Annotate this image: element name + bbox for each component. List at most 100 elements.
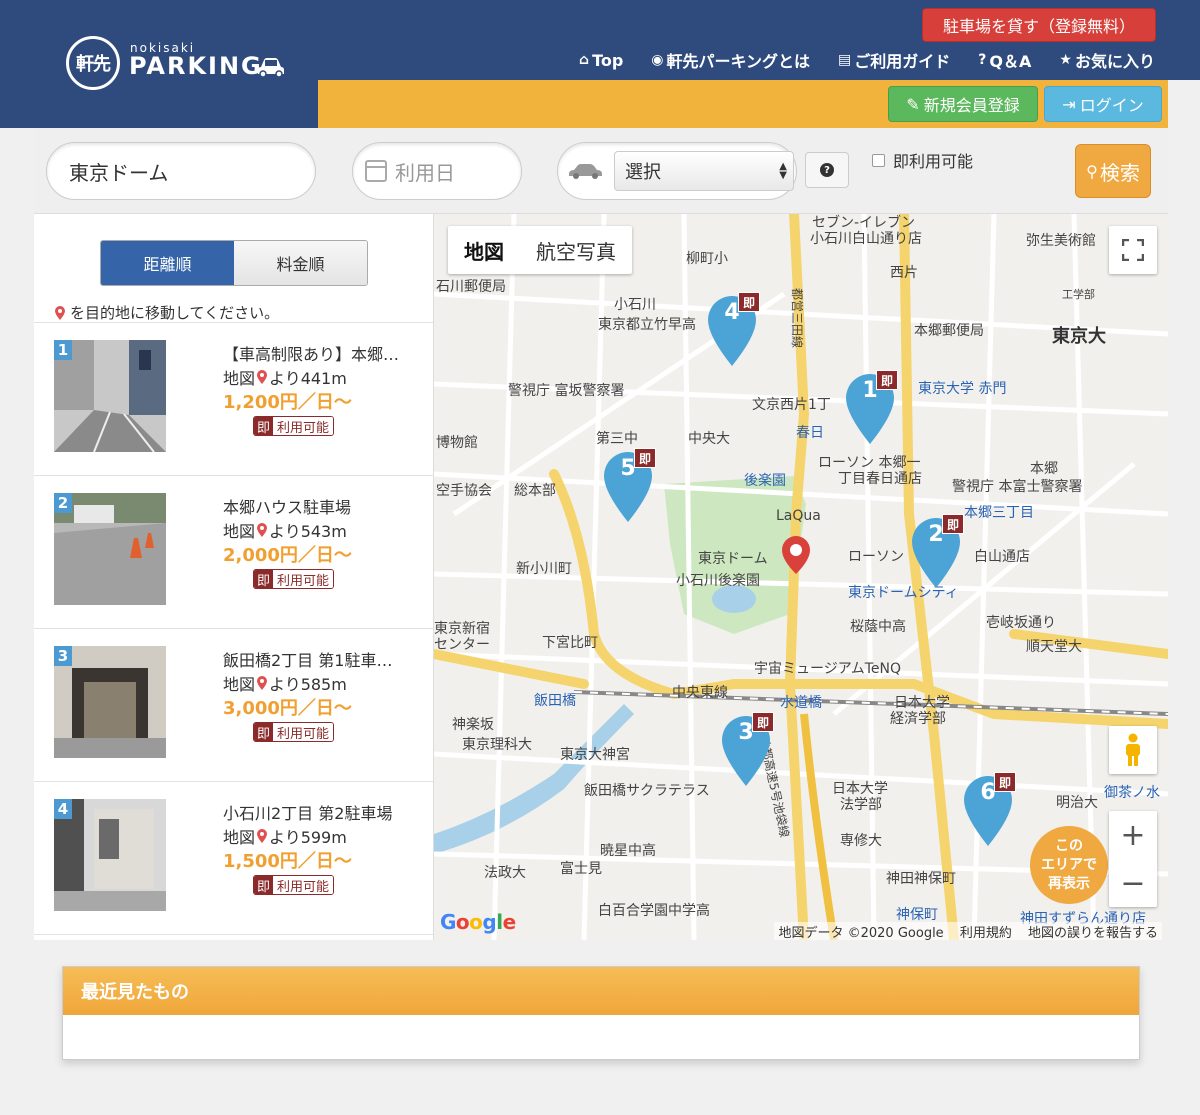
map-label: ローソン bbox=[848, 549, 904, 565]
map-pin-icon bbox=[257, 523, 268, 537]
sort-tab-price[interactable]: 料金順 bbox=[234, 241, 367, 285]
map-label: 総本部 bbox=[514, 483, 556, 499]
terms-link[interactable]: 利用規約 bbox=[960, 926, 1012, 940]
badge-text: 利用可能 bbox=[273, 723, 334, 741]
item-price: 1,500円／日〜 bbox=[223, 851, 352, 872]
search-button[interactable]: ⚲ 検索 bbox=[1075, 144, 1151, 198]
list-item[interactable]: 2 本郷ハウス駐車場 地図 より543m 2,000円／日〜 即利用可能 bbox=[34, 475, 433, 628]
zoom-out-button[interactable]: − bbox=[1109, 859, 1157, 907]
login-label: ログイン bbox=[1079, 96, 1144, 115]
parking-marker-1[interactable]: 1 即 bbox=[846, 370, 898, 446]
item-title[interactable]: 飯田橋2丁目 第1駐車… bbox=[223, 647, 413, 671]
map-label: 小石川 bbox=[614, 297, 656, 313]
item-distance: 地図 より543m bbox=[223, 518, 347, 542]
map-label: 柳町小 bbox=[686, 251, 728, 267]
parking-marker-2[interactable]: 2 即 bbox=[912, 514, 964, 590]
date-input[interactable]: 利用日 bbox=[352, 142, 522, 200]
parking-marker-3[interactable]: 3 即 bbox=[722, 712, 774, 788]
map-label: 東京理科大 bbox=[462, 737, 532, 753]
map-label: 春日 bbox=[796, 425, 824, 441]
google-logo[interactable]: Google bbox=[440, 910, 516, 934]
zoom-in-button[interactable]: + bbox=[1109, 811, 1157, 859]
hint-label: を目的地に移動してください。 bbox=[70, 304, 280, 322]
map-label: 本郷三丁目 bbox=[964, 505, 1034, 521]
car-type-value: 選択 bbox=[625, 162, 661, 183]
item-number: 1 bbox=[54, 340, 72, 360]
map-label: 桜蔭中高 bbox=[850, 619, 906, 635]
date-placeholder: 利用日 bbox=[395, 160, 455, 185]
question-icon: ? bbox=[978, 52, 987, 68]
badge-text: 利用可能 bbox=[273, 570, 334, 588]
map-label: LaQua bbox=[776, 508, 821, 524]
map-type-map[interactable]: 地図 bbox=[448, 226, 520, 274]
logo-area[interactable]: 軒先 nokisaki PARKING bbox=[0, 0, 318, 128]
item-title[interactable]: 本郷ハウス駐車場 bbox=[223, 494, 413, 518]
map-label: 白山通店 bbox=[974, 549, 1030, 565]
list-item[interactable]: 4 小石川2丁目 第2駐車場 地図 より599m 1,500円／日〜 即利用可能 bbox=[34, 781, 433, 934]
lend-parking-button[interactable]: 駐車場を貸す（登録無料） bbox=[922, 8, 1156, 42]
map-label: 下宮比町 bbox=[542, 635, 598, 651]
place-input[interactable]: 東京ドーム bbox=[46, 142, 316, 200]
item-title[interactable]: 小石川2丁目 第2駐車場 bbox=[223, 800, 413, 824]
instant-badge: 即利用可能 bbox=[253, 569, 335, 589]
map-label: 第三中 bbox=[596, 431, 638, 447]
nav-top[interactable]: ⌂ Top bbox=[579, 48, 623, 72]
nav-about[interactable]: ◉ 軒先パーキングとは bbox=[651, 48, 810, 72]
parking-marker-4[interactable]: 4 即 bbox=[708, 292, 760, 368]
map-label: センター bbox=[434, 637, 490, 653]
nav-faq[interactable]: ? Q＆A bbox=[978, 48, 1031, 72]
map-pin-icon bbox=[55, 305, 65, 320]
map-label: 西片 bbox=[890, 265, 918, 281]
map-label: 工学部 bbox=[1062, 288, 1095, 301]
checkbox-box[interactable] bbox=[872, 153, 885, 167]
distance-prefix: 地図 bbox=[223, 828, 256, 847]
nav-guide[interactable]: ▤ ご利用ガイド bbox=[838, 48, 950, 72]
map-view[interactable]: 地図 航空写真 東京大 東京ドーム 小石川後楽園 宇宙ミュージアムTeNQ 飯田… bbox=[434, 214, 1168, 940]
report-error-link[interactable]: 地図の誤りを報告する bbox=[1028, 926, 1158, 940]
map-label: 白百合学園中学高 bbox=[598, 903, 710, 919]
list-item[interactable] bbox=[34, 934, 433, 940]
distance-prefix: 地図 bbox=[223, 675, 256, 694]
home-icon: ⌂ bbox=[579, 52, 590, 68]
instant-label: 即利用可能 bbox=[893, 152, 974, 171]
logo-text: PARKING bbox=[129, 52, 263, 80]
marker-soku-badge: 即 bbox=[634, 448, 656, 468]
parking-marker-6[interactable]: 6 即 bbox=[964, 772, 1016, 848]
account-bar bbox=[318, 80, 1168, 128]
item-title[interactable]: 【車高制限あり】本郷… bbox=[223, 341, 413, 365]
car-type-select[interactable]: 選択 ▲ ▼ bbox=[614, 151, 794, 191]
sort-tab-distance[interactable]: 距離順 bbox=[101, 241, 234, 285]
map-label: 文京西片1丁 bbox=[752, 397, 831, 413]
parking-marker-5[interactable]: 5 即 bbox=[604, 448, 656, 524]
redisplay-area-button[interactable]: この エリアで 再表示 bbox=[1030, 826, 1108, 904]
list-item[interactable]: 1 【車高制限あり】本郷… 地図 より441m 1,200円／日〜 即利用可能 bbox=[34, 322, 433, 475]
result-list: 距離順 料金順 を目的地に移動してください。 1 【車高制限あり】本郷… 地図 … bbox=[34, 214, 434, 940]
map-label: 警視庁 富坂警察署 bbox=[508, 383, 625, 399]
fullscreen-button[interactable] bbox=[1109, 226, 1157, 274]
instant-available-checkbox[interactable]: 即利用可能 bbox=[872, 148, 973, 172]
map-label: 本郷郵便局 bbox=[914, 323, 984, 339]
redisplay-line: エリアで bbox=[1041, 856, 1097, 873]
map-label: 警視庁 本富士警察署 bbox=[952, 479, 1083, 495]
nav-favorites[interactable]: ★ お気に入り bbox=[1059, 48, 1155, 72]
street-view-button[interactable] bbox=[1109, 726, 1157, 774]
item-price: 3,000円／日〜 bbox=[223, 698, 352, 719]
top-navigation: 駐車場を貸す（登録無料） ⌂ Top ◉ 軒先パーキングとは ▤ ご利用ガイド ? Q＆… bbox=[318, 0, 1200, 80]
marker-soku-badge: 即 bbox=[942, 514, 964, 534]
list-item[interactable]: 3 飯田橋2丁目 第1駐車… 地図 より585m 3,000円／日〜 即利用可能 bbox=[34, 628, 433, 781]
nav-guide-label: ご利用ガイド bbox=[854, 52, 951, 71]
search-bar: 東京ドーム 利用日 選択 ▲ ▼ ? 即利用可能 ⚲ 検索 bbox=[34, 128, 1168, 214]
sort-tabs: 距離順 料金順 bbox=[100, 240, 368, 286]
login-button[interactable]: ⇥ ログイン bbox=[1044, 86, 1162, 122]
register-button[interactable]: ✎ 新規会員登録 bbox=[888, 86, 1038, 122]
map-label: 博物館 bbox=[436, 435, 478, 451]
map-label: 神楽坂 bbox=[452, 717, 494, 733]
nav-top-label: Top bbox=[592, 50, 624, 70]
map-type-satellite[interactable]: 航空写真 bbox=[520, 226, 632, 274]
map-label: 明治大 bbox=[1056, 795, 1098, 811]
help-button[interactable]: ? bbox=[805, 152, 849, 188]
map-attribution: 地図データ ©2020 Google 利用規約 地図の誤りを報告する bbox=[774, 922, 1162, 940]
item-distance: 地図 より599m bbox=[223, 824, 347, 848]
map-label: 小石川後楽園 bbox=[676, 573, 760, 589]
map-label: 空手協会 bbox=[436, 483, 492, 499]
